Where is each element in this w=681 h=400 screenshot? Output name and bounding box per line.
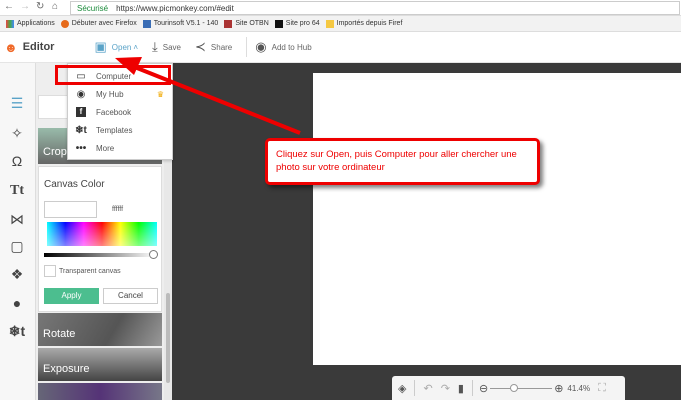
zoom-level: 41.4%	[567, 383, 591, 393]
compare-icon[interactable]: ▮	[458, 382, 464, 395]
redo-icon[interactable]: ↷	[441, 382, 450, 395]
annotation-callout: Cliquez sur Open, puis Computer pour all…	[265, 138, 540, 185]
bottom-toolbar: ◈ ↶ ↷ ▮ ⊖ ⊕ 41.4% ⛶	[392, 376, 625, 400]
annotation-arrow	[115, 57, 301, 135]
undo-icon[interactable]: ↶	[423, 382, 432, 395]
zoom-in-icon[interactable]: ⊕	[554, 382, 563, 395]
arrow-shaft	[131, 64, 301, 135]
fullscreen-icon[interactable]: ⛶	[598, 382, 606, 395]
zoom-slider[interactable]	[490, 383, 553, 392]
zoom-slider-handle[interactable]	[510, 383, 519, 392]
arrow-head	[115, 57, 142, 75]
layers-icon[interactable]: ◈	[398, 382, 406, 395]
zoom-out-icon[interactable]: ⊖	[479, 382, 488, 395]
